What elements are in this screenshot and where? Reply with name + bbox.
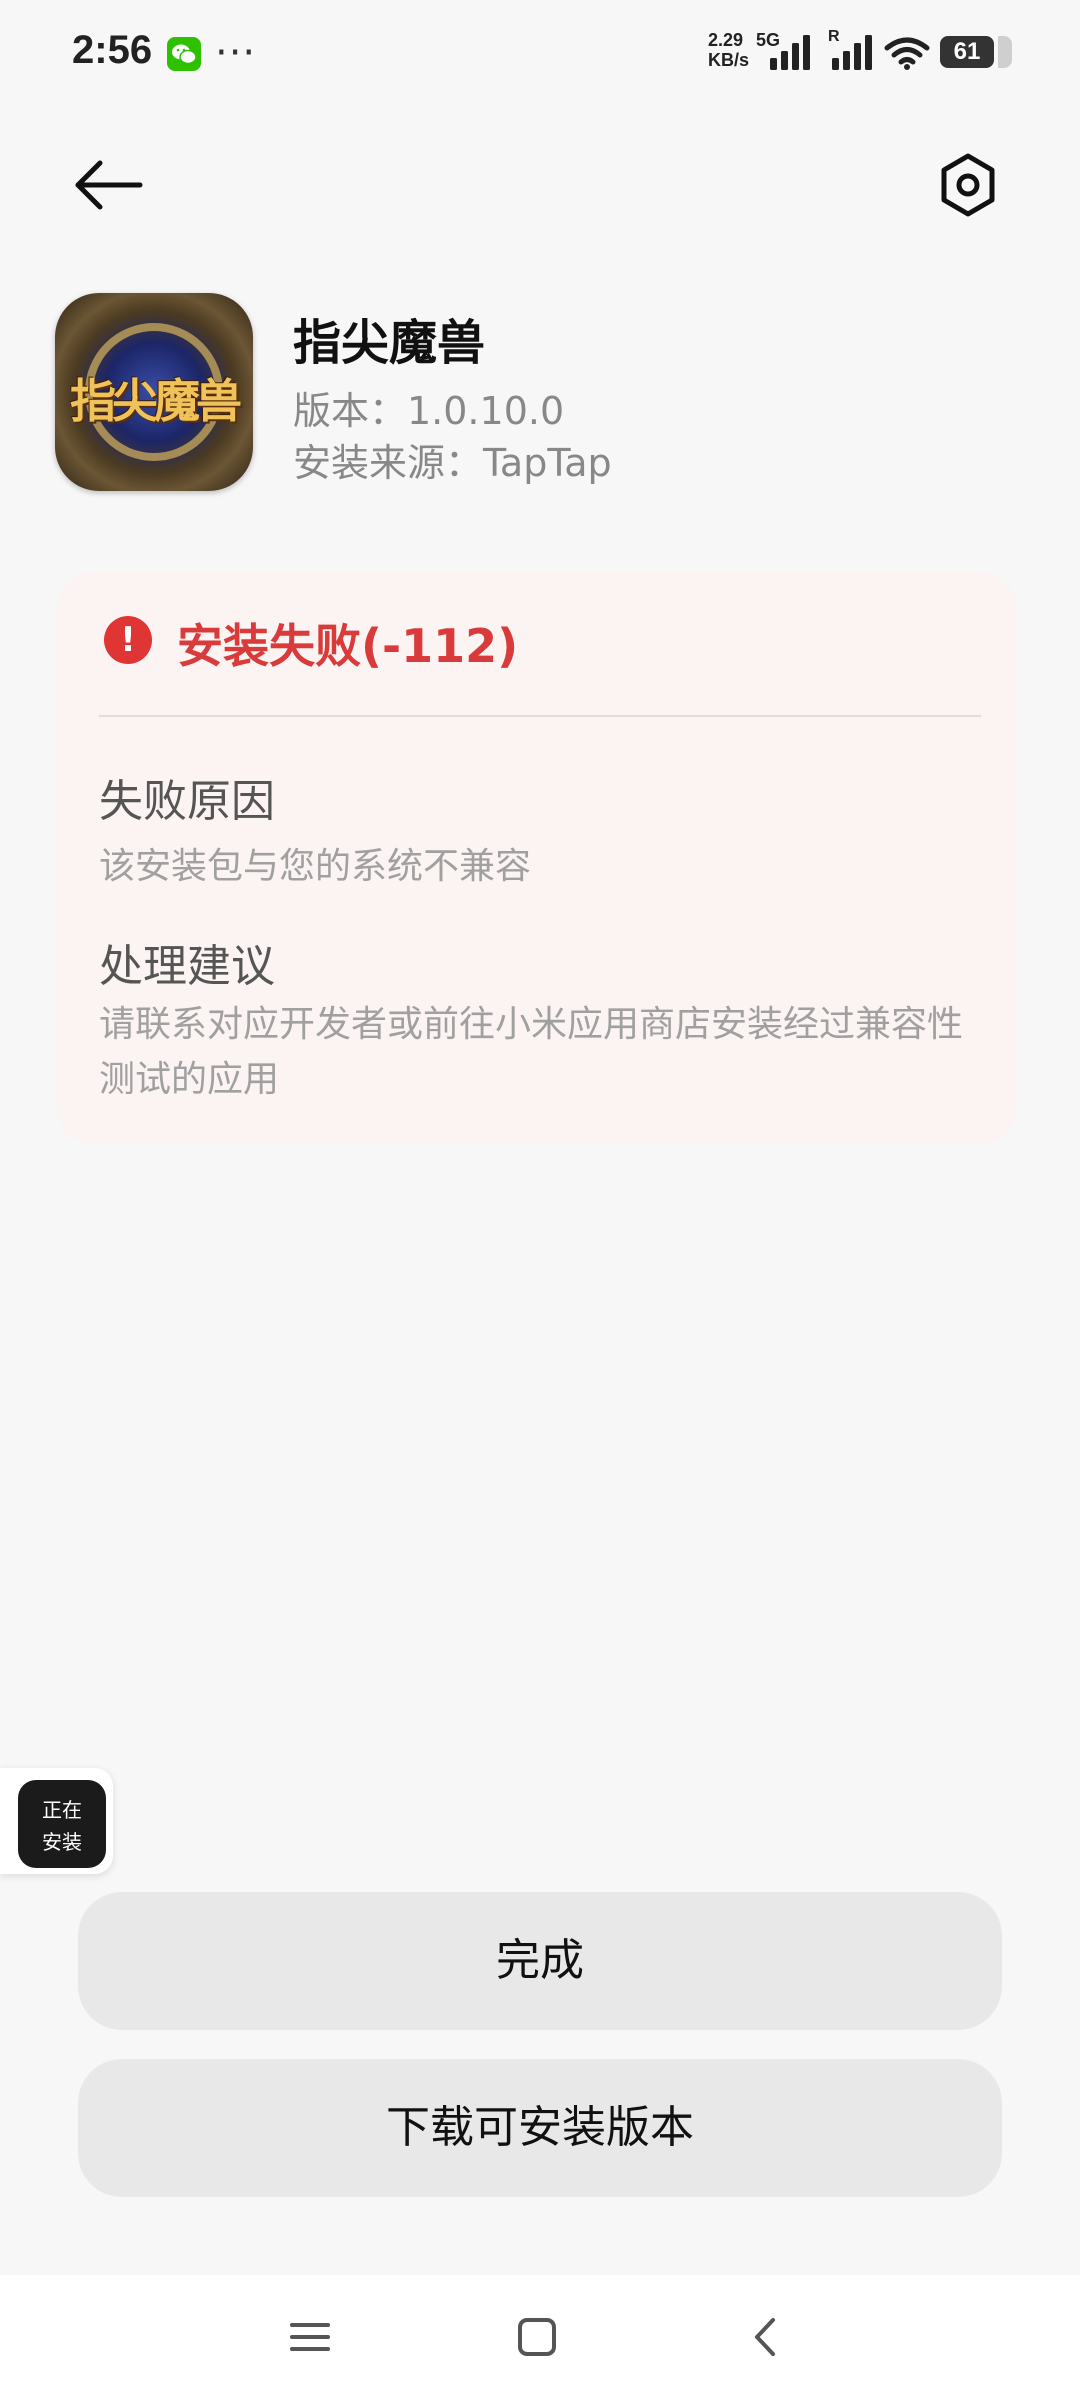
download-compatible-version-button[interactable]: 下载可安装版本 [78,2059,1002,2197]
battery-indicator: 61 [940,36,1012,68]
installing-app-thumbnail: 正在 安装 [18,1780,106,1868]
error-title: 安装失败(-112) [177,619,519,673]
arrow-left-icon [75,160,143,210]
card-divider [99,715,981,717]
network-speed-unit: KB/s [708,50,750,70]
menu-icon [290,2323,330,2351]
hexagon-settings-icon [941,153,995,217]
suggestion-heading: 处理建议 [99,941,275,992]
failure-reason-text: 该安装包与您的系统不兼容 [99,846,532,887]
settings-button[interactable] [928,140,1008,230]
home-square-icon [518,2318,556,2356]
done-button[interactable]: 完成 [78,1892,1002,2030]
failure-reason-heading: 失败原因 [99,776,275,827]
app-install-source: 安装来源：TapTap [293,441,612,485]
install-result-screen: 2:56 ··· 2.29 KB/s 5G R 61 指尖魔兽 指尖魔兽 版本：… [0,0,1080,2400]
nav-home-button[interactable] [515,2315,559,2363]
back-button[interactable] [62,140,152,230]
more-dots-icon: ··· [215,30,257,76]
status-bar: 2:56 ··· 2.29 KB/s 5G R 61 [0,0,1080,110]
system-navigation-bar [0,2275,1080,2400]
app-icon-logo-text: 指尖魔兽 [70,374,242,428]
status-time: 2:56 [72,28,153,72]
network-speed: 2.29 KB/s [708,30,749,70]
back-chevron-icon [755,2318,775,2356]
install-error-card: ! 安装失败(-112) 失败原因 该安装包与您的系统不兼容 处理建议 请联系对… [57,572,1017,1144]
signal-strength-2-icon [832,35,872,70]
signal-strength-icon [770,35,810,70]
app-name: 指尖魔兽 [293,315,486,371]
app-version: 版本：1.0.10.0 [293,389,565,433]
error-alert-icon: ! [104,616,152,664]
nav-back-button[interactable] [745,2315,789,2363]
installing-label-line1: 正在 [42,1798,82,1822]
nav-menu-button[interactable] [288,2315,332,2363]
app-icon: 指尖魔兽 [55,293,253,491]
wechat-icon [167,37,201,71]
installing-floating-bubble[interactable]: 正在 安装 [0,1768,113,1874]
network-speed-value: 2.29 [708,30,744,50]
installing-label-line2: 安装 [42,1830,82,1854]
suggestion-text: 请联系对应开发者或前往小米应用商店安装经过兼容性测试的应用 [99,1004,964,1100]
wifi-icon [884,37,930,70]
